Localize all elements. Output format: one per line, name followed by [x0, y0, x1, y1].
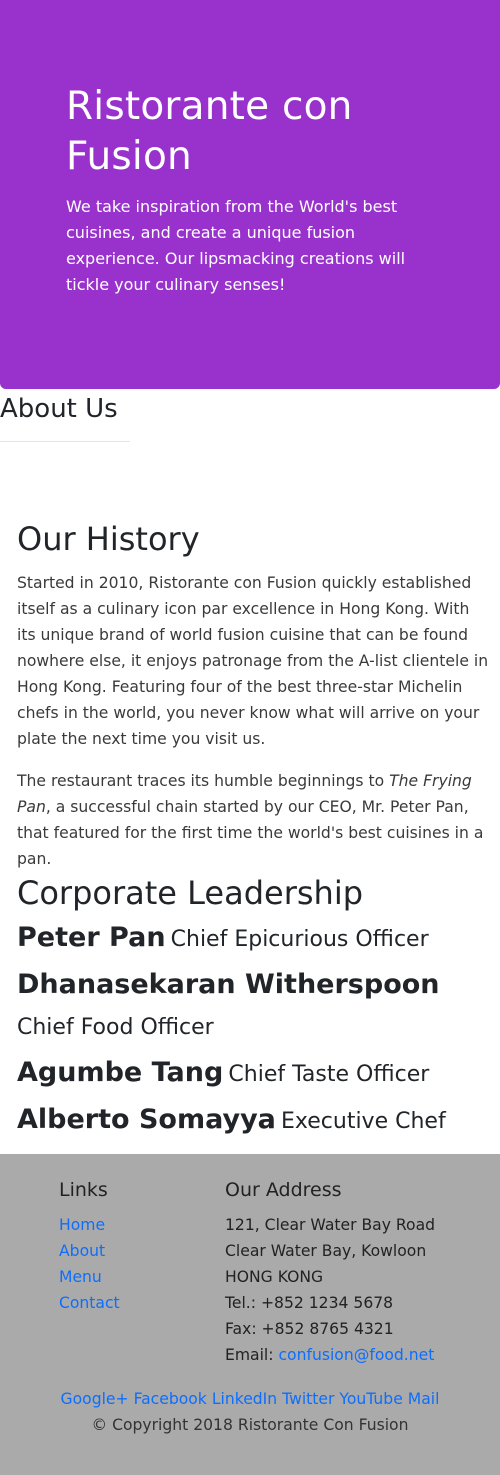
twitter-link[interactable]: Twitter [282, 1390, 334, 1408]
email-link[interactable]: confusion@food.net [278, 1346, 434, 1364]
leader-name: Dhanasekaran Witherspoon [17, 969, 440, 1000]
leader-role: Chief Taste Officer [228, 1062, 430, 1087]
about-us-heading: About Us [0, 391, 130, 442]
footer-link-item: Home [59, 1212, 120, 1238]
leader-item: Alberto Somayya Executive Chef [17, 1100, 489, 1143]
social-links: Google+ Facebook LinkedIn Twitter YouTub… [0, 1386, 500, 1412]
address-line: 121, Clear Water Bay Road [225, 1216, 436, 1234]
history-paragraph-1: Started in 2010, Ristorante con Fusion q… [17, 574, 489, 748]
footer: Links Home About Menu Contact Our Addres… [0, 1154, 500, 1475]
leader-name: Peter Pan [17, 922, 166, 953]
leader-role: Chief Food Officer [17, 1015, 214, 1040]
menu-link[interactable]: Menu [59, 1268, 102, 1286]
leader-item: Dhanasekaran Witherspoon Chief Food Offi… [17, 965, 489, 1049]
history-heading: Our History [17, 520, 200, 558]
history-paragraph-2-end: , a successful chain started by our CEO,… [17, 798, 484, 868]
jumbotron: Ristorante con Fusion We take inspiratio… [0, 0, 500, 389]
leader-item: Peter Pan Chief Epicurious Officer [17, 918, 489, 961]
address-line: Clear Water Bay, Kowloon [225, 1242, 427, 1260]
footer-links: Links Home About Menu Contact [59, 1176, 120, 1316]
youtube-link[interactable]: YouTube [339, 1390, 402, 1408]
footer-link-item: About [59, 1238, 120, 1264]
google-plus-link[interactable]: Google+ [61, 1390, 129, 1408]
footer-address: Our Address 121, Clear Water Bay Road Cl… [225, 1176, 435, 1368]
links-heading: Links [59, 1179, 108, 1201]
contact-link[interactable]: Contact [59, 1294, 120, 1312]
home-link[interactable]: Home [59, 1216, 105, 1234]
history-paragraph-2: The restaurant traces its humble beginni… [17, 768, 489, 872]
leader-name: Agumbe Tang [17, 1057, 224, 1088]
about-link[interactable]: About [59, 1242, 105, 1260]
phone-line: Tel.: +852 1234 5678 [225, 1294, 394, 1312]
linkedin-link[interactable]: LinkedIn [212, 1390, 277, 1408]
footer-link-item: Contact [59, 1290, 120, 1316]
restaurant-description: We take inspiration from the World's bes… [66, 197, 406, 294]
leader-name: Alberto Somayya [17, 1104, 276, 1135]
history-paragraph-2-start: The restaurant traces its humble beginni… [17, 772, 390, 790]
page: Ristorante con Fusion We take inspiratio… [0, 0, 500, 1475]
address-line: HONG KONG [225, 1268, 324, 1286]
email-line: Email: confusion@food.net [225, 1342, 435, 1368]
leader-role: Executive Chef [281, 1109, 446, 1134]
fax-line: Fax: +852 8765 4321 [225, 1320, 394, 1338]
email-label: Email: [225, 1346, 279, 1364]
footer-link-item: Menu [59, 1264, 120, 1290]
mail-link[interactable]: Mail [408, 1390, 440, 1408]
leadership-heading: Corporate Leadership [17, 874, 364, 912]
history-section: Our History Started in 2010, Ristorante … [17, 518, 489, 1143]
copyright: © Copyright 2018 Ristorante Con Fusion [91, 1416, 409, 1434]
leader-role: Chief Epicurious Officer [170, 927, 429, 952]
restaurant-title: Ristorante con Fusion [66, 84, 353, 179]
leader-item: Agumbe Tang Chief Taste Officer [17, 1053, 489, 1096]
facebook-link[interactable]: Facebook [134, 1390, 207, 1408]
address-heading: Our Address [225, 1179, 342, 1201]
links-list: Home About Menu Contact [59, 1212, 120, 1316]
